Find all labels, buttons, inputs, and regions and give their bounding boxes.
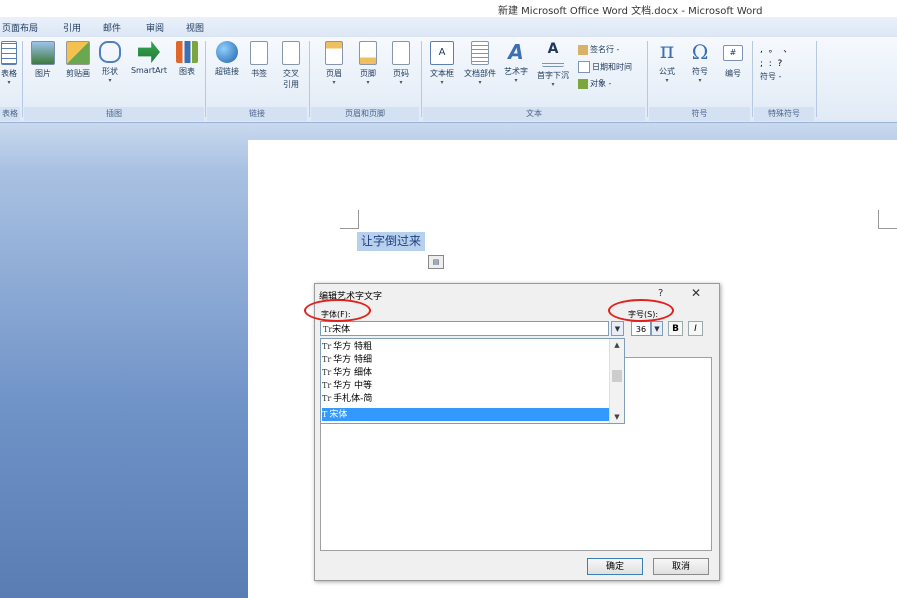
header-icon [325, 41, 343, 65]
quick-parts-button[interactable]: 文档部件 ▾ [461, 41, 499, 86]
size-dropdown-button[interactable]: ▼ [651, 321, 663, 336]
font-list-item[interactable]: Tr 华方 中等 [322, 379, 611, 392]
drop-cap-icon: A [542, 41, 564, 67]
group-label-table: 表格 [0, 107, 20, 121]
equation-button[interactable]: π 公式 ▾ [654, 39, 680, 85]
clipart-icon [66, 41, 90, 65]
window-title: 新建 Microsoft Office Word 文档.docx - Micro… [498, 6, 763, 17]
scroll-down-icon[interactable]: ▼ [610, 411, 624, 423]
scroll-thumb[interactable] [612, 370, 622, 382]
footer-icon [359, 41, 377, 65]
picture-icon [31, 41, 55, 65]
pi-icon: π [659, 39, 675, 64]
quick-parts-icon [471, 41, 489, 65]
italic-button[interactable]: I [688, 321, 703, 336]
tab-view[interactable]: 视图 [186, 21, 204, 34]
group-label-links: 链接 [207, 107, 307, 121]
object-button[interactable]: 对象 - [578, 78, 611, 89]
group-label-text: 文本 [423, 107, 645, 121]
bookmark-icon [250, 41, 268, 65]
ok-button[interactable]: 确定 [587, 558, 643, 575]
table-button[interactable]: 表格 ▾ [0, 41, 18, 86]
chart-button[interactable]: 图表 [175, 41, 199, 77]
table-icon [1, 41, 17, 65]
shapes-button[interactable]: 形状 ▾ [98, 41, 122, 84]
ribbon: 表格 ▾ 表格 图片 剪贴画 形状 ▾ SmartArt 图表 插图 超链接 书… [0, 37, 897, 123]
page-number-icon [392, 41, 410, 65]
tab-review[interactable]: 审阅 [146, 21, 164, 34]
group-label-symbols: 符号 [649, 107, 750, 121]
bold-button[interactable]: B [668, 321, 683, 336]
title-bar: 新建 Microsoft Office Word 文档.docx - Micro… [0, 0, 897, 17]
special-symbols-grid[interactable]: , 。 、; : ? 符号 - [760, 43, 810, 82]
font-list-item[interactable]: Tr 手札体-简 [322, 392, 611, 405]
page-number-button[interactable]: 页码 ▾ [389, 41, 413, 86]
smartart-button[interactable]: SmartArt [127, 41, 171, 75]
symbol-button[interactable]: Ω 符号 ▾ [687, 41, 713, 84]
scroll-up-icon[interactable]: ▲ [610, 339, 624, 351]
tab-page-layout[interactable]: 页面布局 [2, 21, 38, 34]
object-icon [578, 78, 588, 89]
tab-mailings[interactable]: 邮件 [103, 21, 121, 34]
special-symbols-icon: , 。 、; : ? [760, 45, 793, 69]
wordart-button[interactable]: A 艺术字 ▾ [501, 41, 531, 84]
font-list-scrollbar[interactable]: ▲ ▼ [609, 339, 624, 423]
globe-icon [216, 41, 238, 63]
cancel-button[interactable]: 取消 [653, 558, 709, 575]
signature-icon [578, 44, 588, 55]
omega-icon: Ω [691, 40, 709, 64]
cross-reference-button[interactable]: 交叉引用 [278, 41, 304, 90]
margin-corner-left [340, 210, 359, 229]
group-label-header-footer: 页眉和页脚 [311, 107, 419, 121]
edit-wordart-dialog: 编辑艺术字文字 ? ✕ 字体(F): 字号(S): Tr宋体 ▼ 36 ▼ B … [314, 283, 720, 581]
paste-options-icon[interactable]: ▤ [428, 255, 444, 269]
clipart-button[interactable]: 剪贴画 [62, 41, 94, 79]
help-button[interactable]: ? [658, 288, 663, 299]
size-input[interactable]: 36 [631, 321, 651, 336]
picture-button[interactable]: 图片 [30, 41, 56, 79]
selected-text[interactable]: 让字倒过来 [357, 232, 426, 251]
wordart-icon: A [508, 40, 524, 64]
font-list-item-selected[interactable]: T 宋体 [322, 408, 611, 421]
ribbon-tabs: 页面布局 引用 邮件 审阅 视图 [0, 17, 897, 37]
group-label-illustrations: 插图 [24, 107, 204, 121]
font-dropdown-button[interactable]: ▼ [611, 321, 624, 336]
textbox-icon: A [430, 41, 454, 65]
bookmark-button[interactable]: 书签 [248, 41, 270, 79]
tab-references[interactable]: 引用 [63, 21, 81, 34]
drop-cap-button[interactable]: A 首字下沉 ▾ [534, 41, 572, 88]
annotation-ellipse-size [608, 299, 674, 322]
textbox-button[interactable]: A 文本框 ▾ [427, 41, 457, 86]
calendar-icon [578, 61, 590, 73]
numbering-icon: # [723, 45, 743, 61]
numbering-button[interactable]: # 编号 [720, 41, 746, 79]
chart-icon [176, 41, 198, 63]
shapes-icon [99, 41, 121, 63]
annotation-ellipse-font [304, 299, 371, 322]
font-list[interactable]: Tr 华方 特粗 Tr 华方 特细 Tr 华方 细体 Tr 华方 中等 Tr 手札体-简 … [320, 338, 625, 424]
margin-corner-right [878, 210, 897, 229]
header-button[interactable]: 页眉 ▾ [322, 41, 346, 86]
font-input[interactable]: Tr宋体 [320, 321, 609, 336]
footer-button[interactable]: 页脚 ▾ [356, 41, 380, 86]
date-time-button[interactable]: 日期和时间 [578, 61, 632, 73]
font-list-item[interactable]: Tr 华方 特粗 [322, 340, 611, 353]
smartart-icon [138, 41, 160, 63]
cross-reference-icon [282, 41, 300, 65]
group-label-special-symbols: 特殊符号 [754, 107, 814, 121]
close-button[interactable]: ✕ [691, 286, 701, 300]
font-list-item[interactable]: Tr 华方 细体 [322, 366, 611, 379]
font-list-item[interactable]: Tr 华方 特细 [322, 353, 611, 366]
hyperlink-button[interactable]: 超链接 [212, 41, 242, 77]
signature-line-button[interactable]: 签名行 - [578, 44, 619, 55]
